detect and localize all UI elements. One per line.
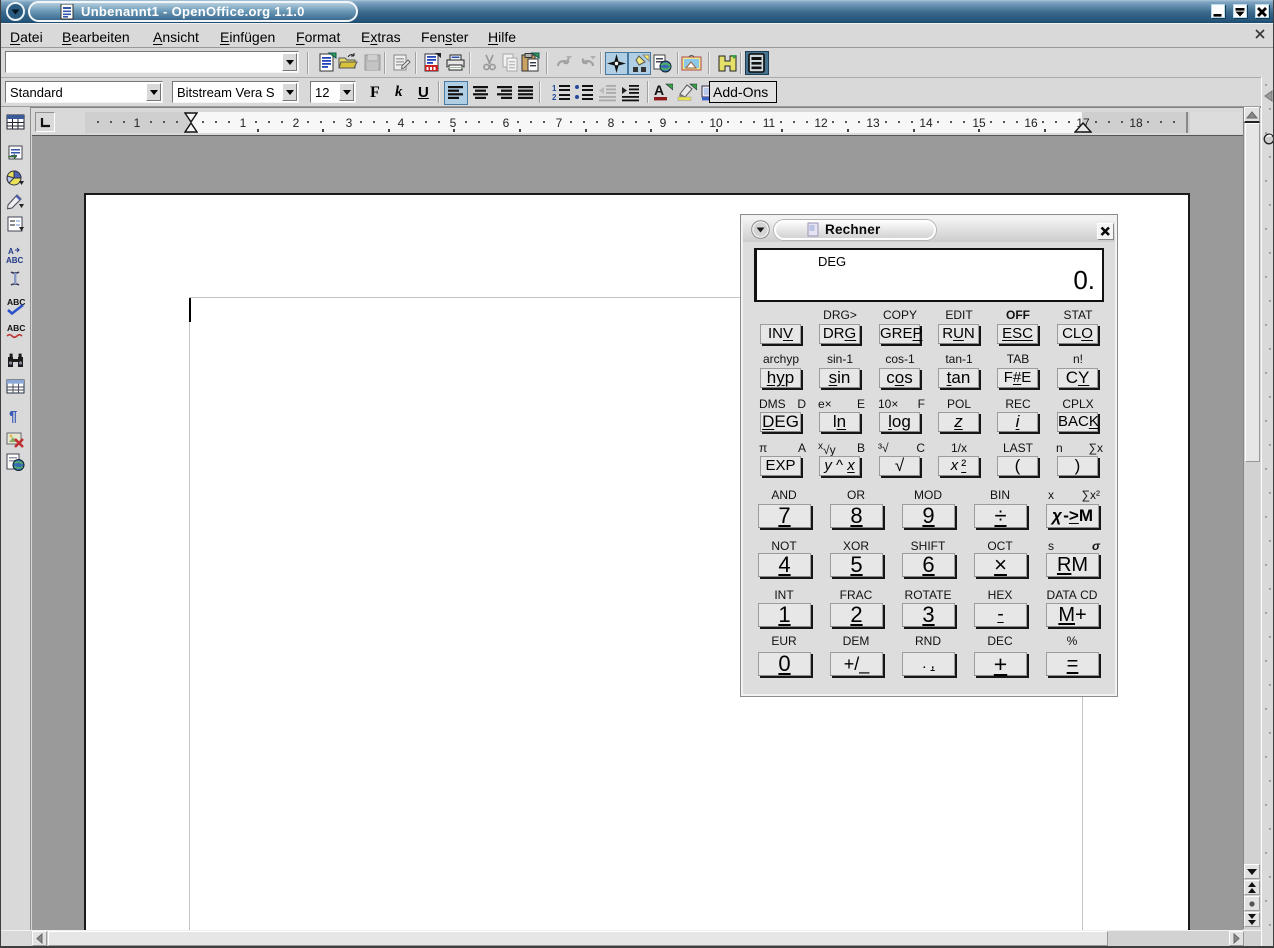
svg-text:2: 2 [552,93,557,102]
svg-text:ABC: ABC [7,323,25,333]
svg-text:A: A [8,247,14,256]
svg-text:1: 1 [552,84,557,93]
svg-text:ABC: ABC [6,256,24,265]
svg-text:A: A [654,82,664,98]
svg-text:¶: ¶ [9,408,17,425]
